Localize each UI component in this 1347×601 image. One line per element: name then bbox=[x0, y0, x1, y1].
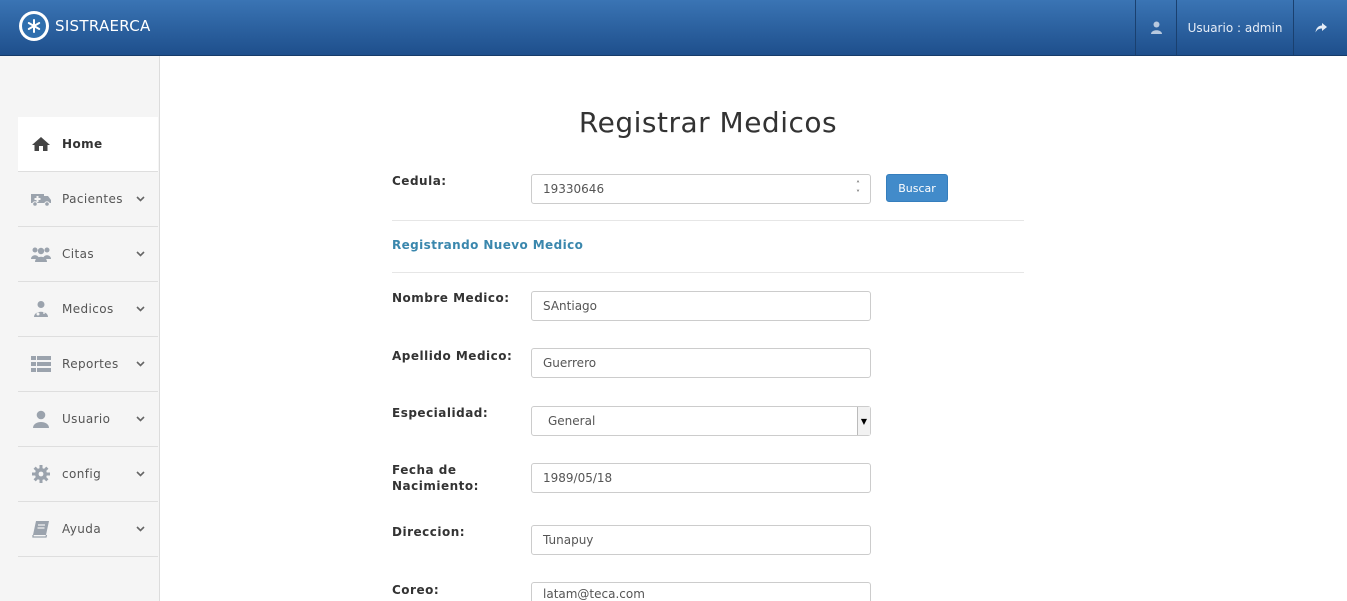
section-title: Registrando Nuevo Medico bbox=[392, 238, 584, 252]
doctor-icon bbox=[30, 300, 52, 318]
sidebar: Home Pacientes Citas Medicos Reportes Us bbox=[0, 56, 160, 601]
chevron-down-icon bbox=[134, 416, 146, 422]
cedula-value: 19330646 bbox=[543, 182, 605, 196]
sidebar-item-label: config bbox=[62, 467, 102, 481]
user-menu-button[interactable] bbox=[1135, 0, 1176, 55]
sidebar-item-label: Pacientes bbox=[62, 192, 123, 206]
user-label[interactable]: Usuario : admin bbox=[1176, 0, 1293, 55]
apellido-label: Apellido Medico: bbox=[392, 349, 513, 363]
divider bbox=[392, 272, 1024, 273]
buscar-button[interactable]: Buscar bbox=[886, 174, 948, 202]
sidebar-item-label: Ayuda bbox=[62, 522, 102, 536]
brand-logo-icon bbox=[19, 11, 49, 41]
share-icon bbox=[1315, 22, 1327, 32]
user-icon bbox=[1150, 21, 1162, 34]
brand[interactable]: SISTRAERCA bbox=[19, 11, 151, 41]
chevron-down-icon bbox=[134, 196, 146, 202]
especialidad-value: General bbox=[548, 414, 596, 428]
sidebar-item-usuario[interactable]: Usuario bbox=[18, 392, 158, 447]
book-icon bbox=[30, 520, 52, 538]
cedula-label: Cedula: bbox=[392, 174, 447, 188]
page-title: Registrar Medicos bbox=[578, 106, 838, 139]
sidebar-item-label: Medicos bbox=[62, 302, 114, 316]
home-icon bbox=[30, 136, 52, 152]
especialidad-select[interactable]: General ▼ bbox=[531, 406, 871, 436]
sidebar-item-medicos[interactable]: Medicos bbox=[18, 282, 158, 337]
fecha-value: 1989/05/18 bbox=[543, 471, 613, 485]
direccion-label: Direccion: bbox=[392, 525, 466, 539]
dropdown-arrow-icon[interactable]: ▼ bbox=[857, 407, 870, 435]
correo-label: Coreo: bbox=[392, 583, 440, 597]
sidebar-item-label: Home bbox=[62, 137, 103, 151]
direccion-value: Tunapuy bbox=[543, 533, 594, 547]
sidebar-item-ayuda[interactable]: Ayuda bbox=[18, 502, 158, 557]
logout-button[interactable] bbox=[1293, 0, 1347, 55]
chevron-down-icon bbox=[134, 471, 146, 477]
chevron-down-icon bbox=[134, 251, 146, 257]
correo-value: latam@teca.com bbox=[543, 587, 645, 601]
number-spinner[interactable]: ˄ ˅ bbox=[856, 180, 860, 198]
sidebar-item-label: Usuario bbox=[62, 412, 111, 426]
users-icon bbox=[30, 246, 52, 262]
fecha-label-line2: Nacimiento: bbox=[392, 479, 479, 493]
apellido-value: Guerrero bbox=[543, 356, 597, 370]
chevron-down-icon bbox=[134, 306, 146, 312]
nombre-value: SAntiago bbox=[543, 299, 598, 313]
divider bbox=[392, 220, 1024, 221]
top-navbar: SISTRAERCA Usuario : admin bbox=[0, 0, 1347, 56]
correo-input[interactable]: latam@teca.com bbox=[531, 582, 871, 601]
nombre-input[interactable]: SAntiago bbox=[531, 291, 871, 321]
user-icon bbox=[30, 410, 52, 428]
fecha-label: Fecha de Nacimiento: bbox=[392, 462, 479, 494]
especialidad-label: Especialidad: bbox=[392, 406, 489, 420]
list-icon bbox=[30, 356, 52, 372]
sidebar-item-reportes[interactable]: Reportes bbox=[18, 337, 158, 392]
ambulance-icon bbox=[30, 191, 52, 207]
apellido-input[interactable]: Guerrero bbox=[531, 348, 871, 378]
sidebar-item-citas[interactable]: Citas bbox=[18, 227, 158, 282]
gear-icon bbox=[30, 465, 52, 483]
cedula-input[interactable]: 19330646 ˄ ˅ bbox=[531, 174, 871, 204]
nombre-label: Nombre Medico: bbox=[392, 291, 510, 305]
sidebar-item-label: Reportes bbox=[62, 357, 119, 371]
direccion-input[interactable]: Tunapuy bbox=[531, 525, 871, 555]
chevron-down-icon bbox=[134, 526, 146, 532]
sidebar-item-home[interactable]: Home bbox=[18, 117, 158, 172]
chevron-down-icon bbox=[134, 361, 146, 367]
fecha-label-line1: Fecha de bbox=[392, 463, 457, 477]
brand-name: SISTRAERCA bbox=[55, 17, 151, 35]
sidebar-item-label: Citas bbox=[62, 247, 95, 261]
sidebar-item-config[interactable]: config bbox=[18, 447, 158, 502]
fecha-input[interactable]: 1989/05/18 bbox=[531, 463, 871, 493]
sidebar-item-pacientes[interactable]: Pacientes bbox=[18, 172, 158, 227]
